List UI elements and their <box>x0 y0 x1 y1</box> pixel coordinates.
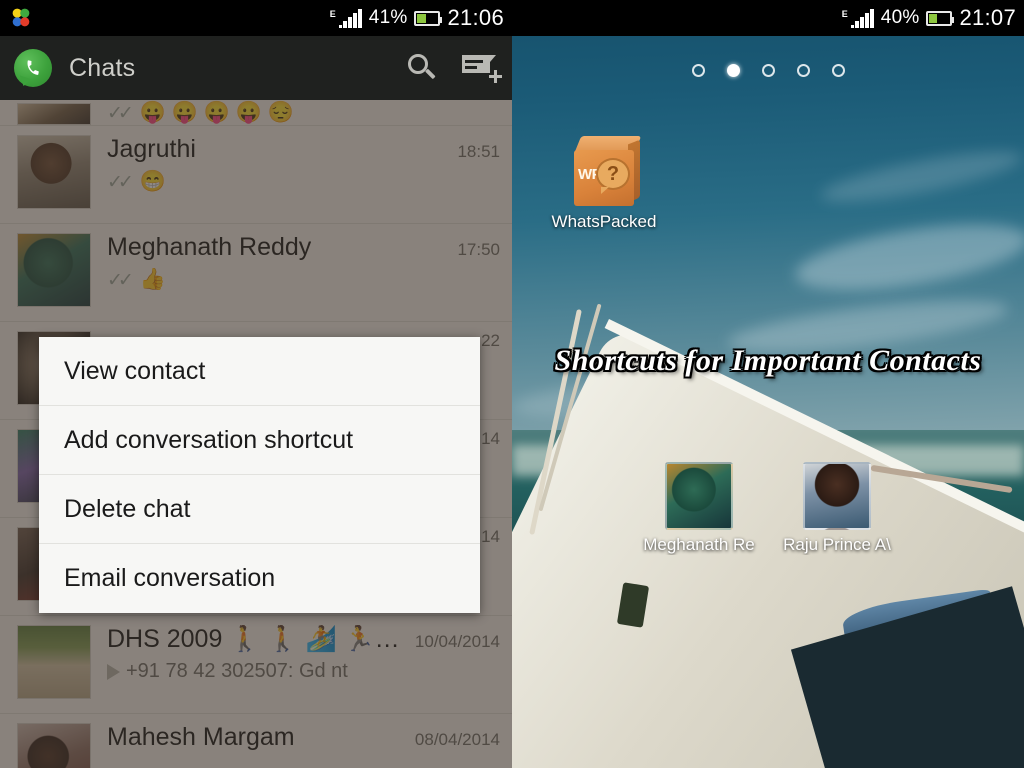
signal-bar <box>859 16 864 28</box>
battery-percent-label: 40% <box>880 7 920 28</box>
page-dot[interactable] <box>691 64 705 77</box>
signal-bar <box>352 12 357 28</box>
left-phone-screen: ✓✓ 😛 😛 😛 😛 😔 Jagruthi 18:51 <box>0 0 512 768</box>
dual-screenshot-container: ✓✓ 😛 😛 😛 😛 😔 Jagruthi 18:51 <box>0 0 1024 768</box>
left-status-bar: E 41% 21:06 <box>0 0 512 36</box>
question-mark-label: ? <box>606 162 620 185</box>
signal-bar <box>347 16 352 28</box>
network-type-label: E <box>329 8 336 19</box>
app-icon-label: WhatsPacked <box>551 212 657 231</box>
notification-area <box>8 5 34 31</box>
bubble-line-2 <box>465 66 477 69</box>
chat-context-menu[interactable]: View contact Add conversation shortcut D… <box>39 337 480 613</box>
status-clock: 21:07 <box>959 5 1016 30</box>
right-status-bar: E 40% 21:07 <box>512 0 1024 36</box>
signal-dot <box>338 24 342 28</box>
page-dot[interactable] <box>831 64 845 77</box>
page-title: Chats <box>69 53 136 82</box>
banner-text: Shortcuts for Important Contacts <box>554 344 982 377</box>
page-indicator[interactable] <box>512 64 1024 77</box>
contact-shortcut-meghanath[interactable]: Meghanath Re <box>635 462 763 555</box>
contact-shortcut-icon <box>803 462 871 530</box>
signal-strength-icon: E <box>329 8 362 28</box>
whatsapp-app: ✓✓ 😛 😛 😛 😛 😔 Jagruthi 18:51 <box>0 0 512 768</box>
action-bar-buttons <box>406 53 502 83</box>
battery-icon <box>414 10 443 26</box>
home-screen-content: WP ? WhatsPacked Shortcuts for Important… <box>512 0 1024 768</box>
plus-horizontal <box>489 75 502 78</box>
bubble-line-1 <box>465 60 483 63</box>
phone-handset-icon <box>27 60 39 75</box>
page-dot[interactable] <box>761 64 775 77</box>
status-clock: 21:06 <box>447 5 504 30</box>
android-home-screen[interactable]: WP ? WhatsPacked Shortcuts for Important… <box>512 0 1024 768</box>
battery-fill <box>929 13 938 23</box>
contact-shortcuts-row: Meghanath Re Raju Prince A\ <box>512 462 1024 555</box>
new-chat-icon[interactable] <box>462 53 502 83</box>
battery-icon <box>926 10 955 26</box>
contact-shortcut-icon <box>665 462 733 530</box>
whatsapp-logo-icon <box>14 49 52 87</box>
menu-item-add-conversation-shortcut[interactable]: Add conversation shortcut <box>39 406 480 475</box>
contact-shortcut-raju[interactable]: Raju Prince A\ <box>773 462 901 555</box>
page-dot[interactable] <box>796 64 810 77</box>
search-icon[interactable] <box>406 53 436 83</box>
chat-bubble-shape <box>462 55 496 73</box>
right-phone-screen: WP ? WhatsPacked Shortcuts for Important… <box>512 0 1024 768</box>
signal-bar <box>342 20 347 28</box>
app-icon-whatspacked[interactable]: WP ? WhatsPacked <box>540 136 668 232</box>
network-type-label: E <box>841 8 848 19</box>
contact-shortcut-label: Meghanath Re <box>643 535 755 554</box>
signal-bar <box>864 12 869 28</box>
status-indicators: E 40% 21:07 <box>842 5 1016 31</box>
signal-bar <box>854 20 859 28</box>
menu-item-view-contact[interactable]: View contact <box>39 337 480 406</box>
contact-shortcut-label: Raju Prince A\ <box>783 535 891 554</box>
battery-fill <box>417 13 426 23</box>
signal-bar <box>869 8 874 28</box>
whatspacked-box-icon: WP ? <box>568 136 642 206</box>
battery-percent-label: 41% <box>368 7 408 28</box>
menu-item-delete-chat[interactable]: Delete chat <box>39 475 480 544</box>
status-indicators: E 41% 21:06 <box>330 5 504 31</box>
signal-strength-icon: E <box>841 8 874 28</box>
search-handle <box>425 68 436 79</box>
page-dot-active[interactable] <box>726 64 740 77</box>
question-bubble-icon: ? <box>596 158 630 194</box>
pinwheel-colored-icon <box>12 8 30 27</box>
menu-item-email-conversation[interactable]: Email conversation <box>39 544 480 613</box>
signal-dot <box>850 24 854 28</box>
signal-bar <box>357 8 362 28</box>
whatsapp-action-bar: Chats <box>0 36 512 100</box>
